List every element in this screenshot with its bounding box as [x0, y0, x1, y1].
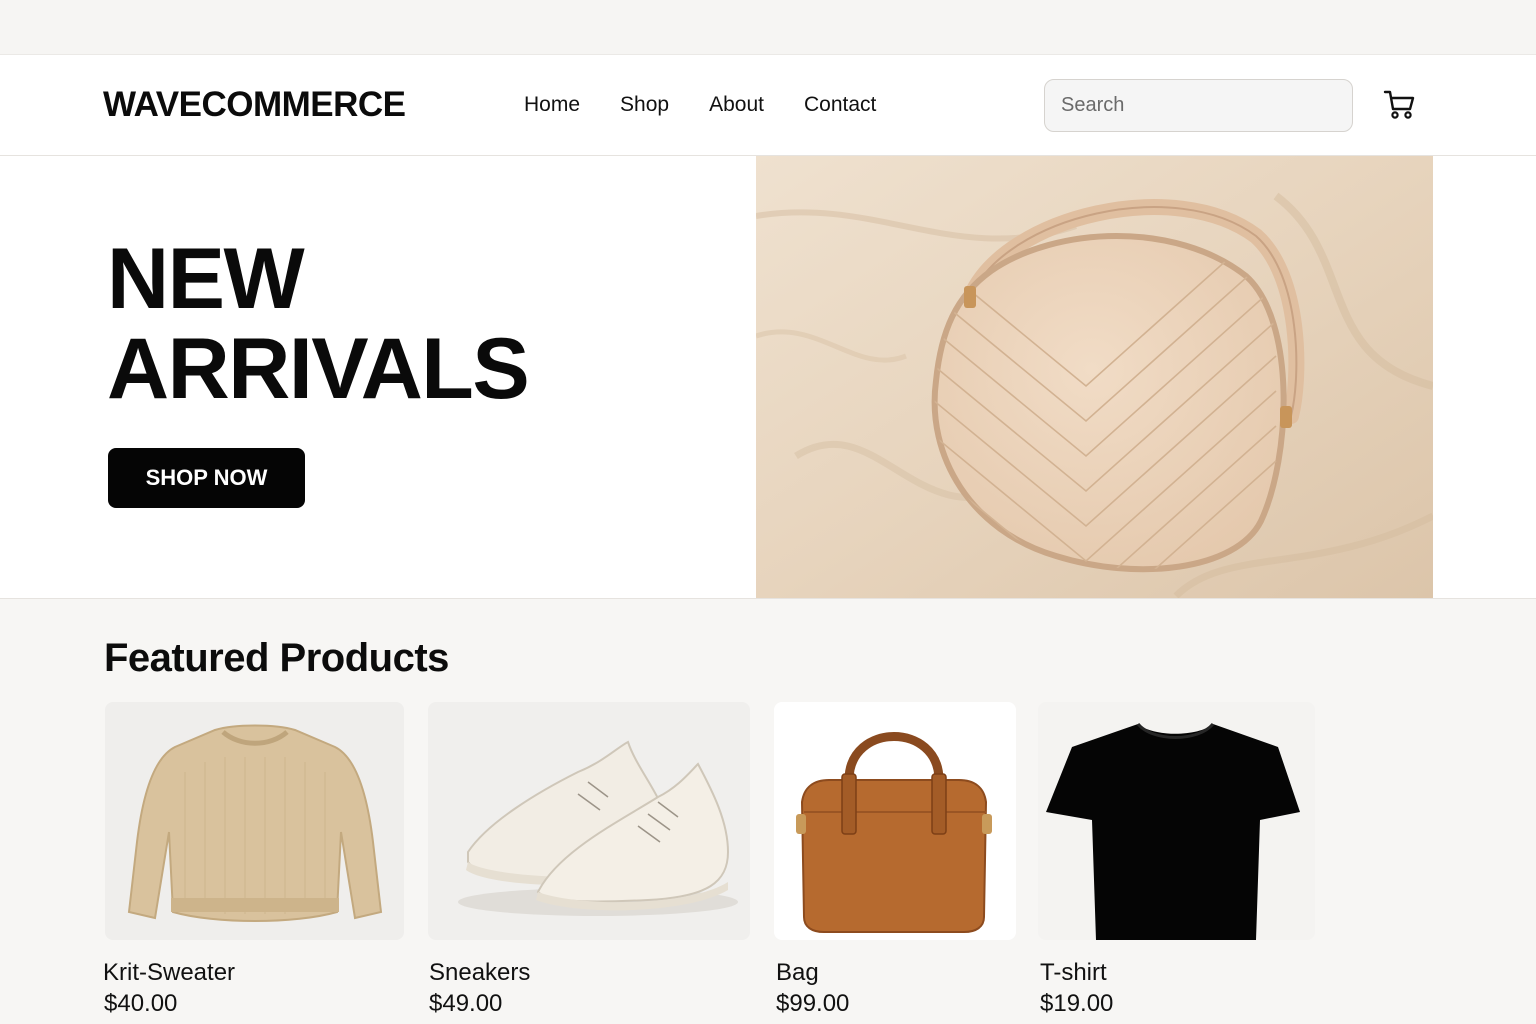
- hero-bag-image: [756, 156, 1433, 598]
- nav-item-shop[interactable]: Shop: [620, 93, 669, 117]
- featured-products-title: Featured Products: [104, 636, 449, 680]
- product-name-bag[interactable]: Bag: [776, 959, 819, 987]
- site-header: WAVECOMMERCE Home Shop About Contact: [0, 55, 1536, 156]
- product-image-bag[interactable]: [774, 702, 1016, 940]
- product-price-tshirt: $19.00: [1040, 990, 1114, 1017]
- top-strip: [0, 0, 1536, 55]
- main-nav: Home Shop About Contact: [524, 93, 916, 117]
- nav-item-about[interactable]: About: [709, 93, 764, 117]
- product-price-sweater: $40.00: [104, 990, 178, 1017]
- nav-item-home[interactable]: Home: [524, 93, 580, 117]
- hero-title-line-1: NEW: [107, 231, 305, 327]
- hero-section: NEW ARRIVALS SHOP NOW: [0, 156, 1536, 599]
- site-logo[interactable]: WAVECOMMERCE: [103, 85, 406, 125]
- hero-title: NEW ARRIVALS: [107, 231, 530, 417]
- product-image-sneakers[interactable]: [428, 702, 750, 940]
- product-price-bag: $99.00: [776, 990, 850, 1017]
- product-price-sneakers: $49.00: [429, 990, 503, 1017]
- search-input[interactable]: [1044, 79, 1353, 132]
- product-name-sweater[interactable]: Krit-Sweater: [103, 959, 235, 987]
- nav-item-contact[interactable]: Contact: [804, 93, 876, 117]
- product-name-tshirt[interactable]: T-shirt: [1040, 959, 1107, 987]
- shop-now-button[interactable]: SHOP NOW: [108, 448, 305, 508]
- product-image-tshirt[interactable]: [1038, 702, 1315, 940]
- cart-icon[interactable]: [1383, 89, 1417, 121]
- product-name-sneakers[interactable]: Sneakers: [429, 959, 530, 987]
- hero-title-line-2: ARRIVALS: [107, 321, 530, 417]
- product-image-sweater[interactable]: [105, 702, 404, 940]
